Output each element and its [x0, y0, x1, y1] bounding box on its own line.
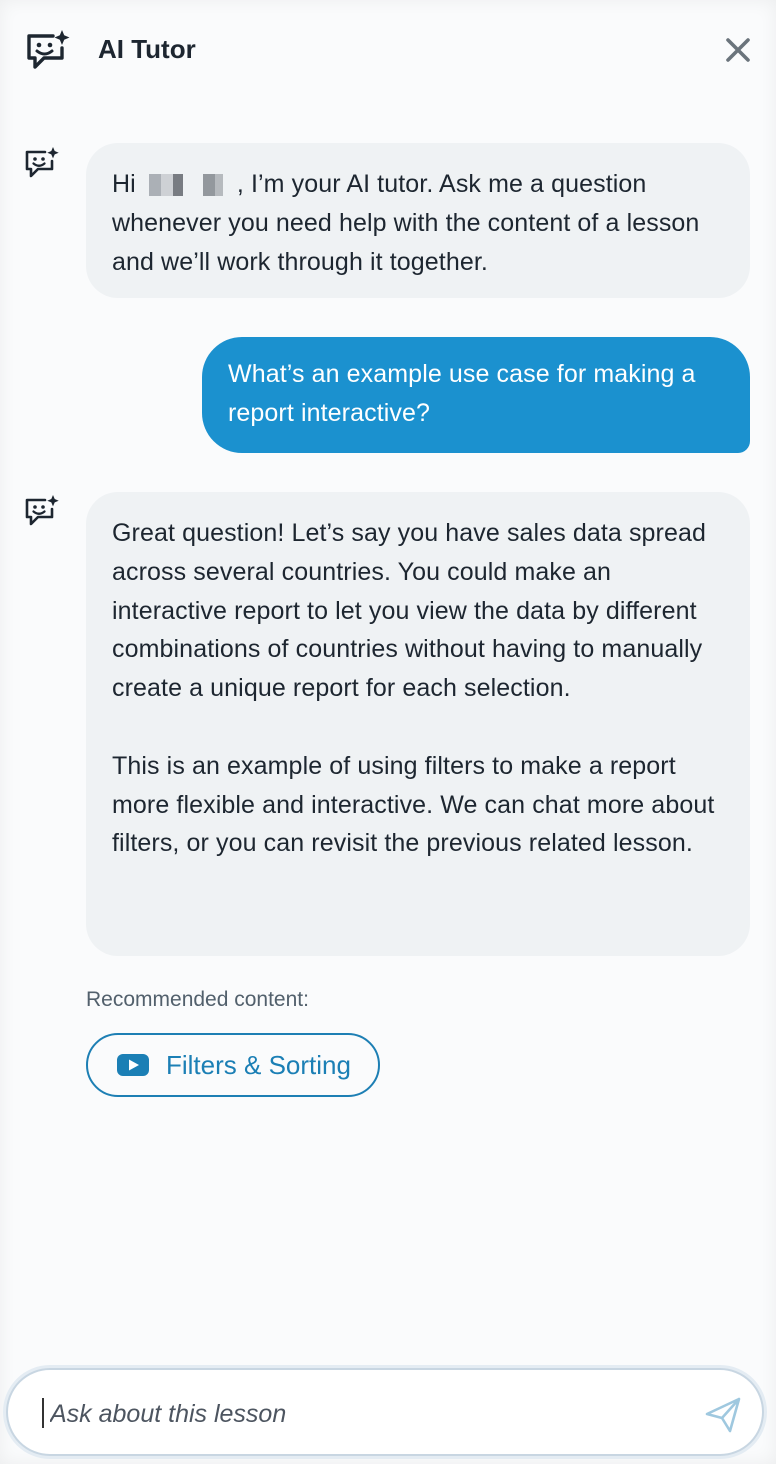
greeting-prefix: Hi — [112, 170, 136, 198]
ai-tutor-panel: AI Tutor Hi , I’m your AI tutor. Ask me … — [0, 0, 776, 1464]
bot-message-text: Hi , I’m your AI tutor. Ask me a questio… — [112, 165, 722, 281]
close-button[interactable] — [718, 30, 758, 70]
panel-header: AI Tutor — [0, 0, 776, 100]
bot-message: Hi , I’m your AI tutor. Ask me a questio… — [86, 143, 750, 298]
bot-message-paragraph: This is an example of using filters to m… — [112, 751, 715, 858]
text-caret — [42, 1398, 44, 1428]
redacted-user-name — [144, 174, 235, 197]
recommended-lesson-chip[interactable]: Filters & Sorting — [86, 1033, 380, 1097]
bot-avatar-icon — [25, 147, 59, 178]
ai-chat-logo-icon — [27, 30, 70, 69]
bot-avatar-icon — [25, 495, 59, 526]
send-icon[interactable] — [704, 1396, 742, 1434]
recommended-content-label: Recommended content: — [86, 988, 309, 1011]
bot-message-paragraph: Great question! Let’s say you have sales… — [112, 519, 706, 703]
video-play-icon — [117, 1054, 149, 1076]
recommended-lesson-label: Filters & Sorting — [166, 1049, 351, 1080]
user-message-text: What’s an example use case for making a … — [228, 360, 696, 427]
ask-lesson-input[interactable] — [48, 1388, 672, 1440]
message-composer — [6, 1368, 764, 1456]
user-message: What’s an example use case for making a … — [202, 337, 750, 453]
panel-title: AI Tutor — [98, 34, 196, 64]
close-icon — [726, 38, 750, 62]
bot-message: Great question! Let’s say you have sales… — [86, 492, 750, 956]
